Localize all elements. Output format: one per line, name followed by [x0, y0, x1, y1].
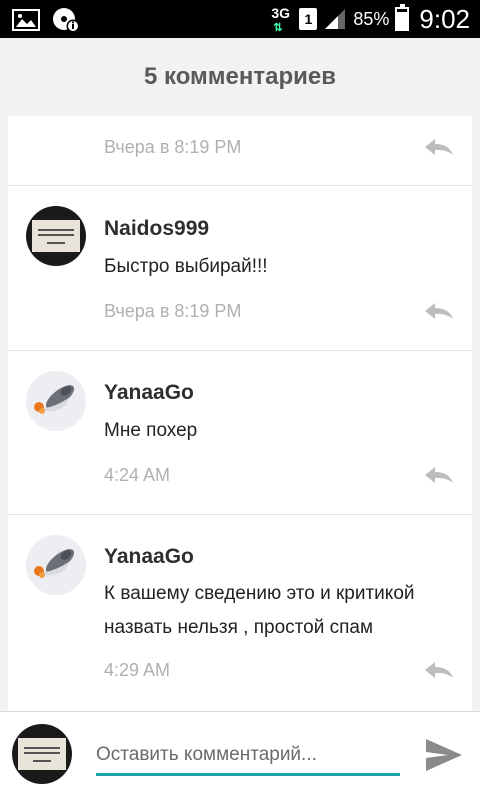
comment-list[interactable]: Вчера в 8:19 PM Naidos999 Быстро выбирай… [8, 116, 472, 711]
comment-text: К вашему сведению это и критикой назвать… [104, 583, 415, 638]
comment-time: 4:29 AM [104, 660, 171, 680]
image-notification-icon [12, 9, 40, 31]
page-title: 5 комментариев [143, 63, 337, 90]
battery-percentage: 85% [353, 8, 390, 29]
reply-icon[interactable] [422, 136, 456, 158]
send-icon [426, 738, 462, 771]
comment-input[interactable] [96, 736, 400, 776]
comment-author[interactable]: YanaaGo [104, 545, 194, 569]
data-arrows-icon: ⇅ [273, 22, 283, 34]
my-avatar[interactable] [12, 724, 72, 784]
reply-icon[interactable] [422, 464, 456, 486]
reply-icon[interactable] [422, 300, 456, 322]
comment-item: YanaaGo Мне похер 4:24 AM [8, 351, 472, 515]
reply-icon[interactable] [422, 659, 456, 681]
comment-time: 4:24 AM [104, 465, 171, 485]
avatar[interactable] [26, 371, 86, 431]
comment-text: Мне похер [104, 420, 198, 441]
comment-item: YanaaGo К вашему сведению это и критикой… [8, 515, 472, 711]
comments-header: 5 комментариев [0, 38, 480, 116]
send-button[interactable] [422, 736, 466, 776]
avatar[interactable] [26, 206, 86, 266]
comment-text: Быстро выбирай!!! [104, 256, 268, 277]
signal-strength-icon [325, 9, 346, 29]
clock: 9:02 [419, 3, 470, 34]
battery-level [397, 12, 408, 29]
network-type-indicator: 3G ⇅ [271, 5, 291, 34]
bird-avatar-icon [34, 549, 75, 578]
bird-avatar-icon [34, 385, 75, 414]
comment-item: Вчера в 8:19 PM [8, 116, 472, 186]
comment-item: Naidos999 Быстро выбирай!!! Вчера в 8:19… [8, 186, 472, 351]
status-bar: 3G ⇅ 1 85% 9:02 [0, 0, 480, 38]
disc-info-icon [53, 8, 80, 33]
comment-composer [0, 711, 480, 800]
comment-author[interactable]: YanaaGo [104, 381, 194, 405]
comment-author[interactable]: Naidos999 [104, 217, 209, 241]
battery-icon [395, 4, 410, 31]
sim-indicator: 1 [299, 8, 318, 30]
comment-time: Вчера в 8:19 PM [104, 301, 242, 321]
avatar[interactable] [26, 535, 86, 595]
comment-time: Вчера в 8:19 PM [104, 137, 242, 157]
